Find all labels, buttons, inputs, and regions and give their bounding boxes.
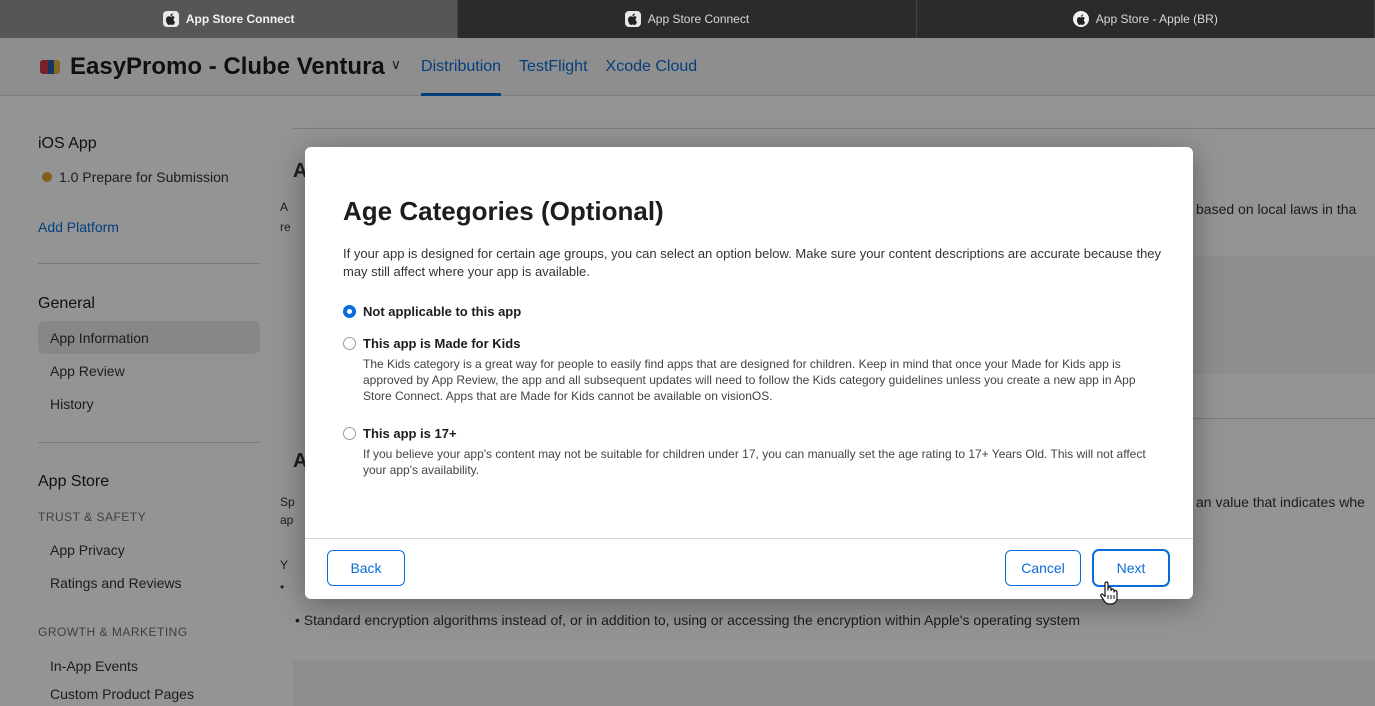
dialog-title: Age Categories (Optional) (343, 196, 664, 226)
option-description: The Kids category is a great way for peo… (363, 357, 1136, 403)
option-label: This app is Made for Kids (363, 336, 521, 351)
hand-cursor-icon (1098, 580, 1120, 611)
browser-tab-title: App Store Connect (185, 12, 295, 26)
option-made-for-kids[interactable]: This app is Made for Kids The Kids categ… (343, 336, 1163, 412)
radio-button[interactable] (343, 337, 356, 350)
apple-logo-icon (624, 11, 641, 27)
cancel-button[interactable]: Cancel (1005, 550, 1081, 586)
apple-logo-icon (162, 11, 179, 27)
browser-tab-app-store-apple-br[interactable]: App Store - Apple (BR) (917, 0, 1375, 38)
back-button[interactable]: Back (327, 550, 405, 586)
radio-button[interactable] (343, 305, 356, 318)
option-description: If you believe your app's content may no… (363, 447, 1146, 477)
browser-tab-app-store-connect-1[interactable]: App Store Connect (0, 0, 459, 38)
dialog-footer-divider (305, 538, 1193, 539)
apple-circle-icon (1072, 11, 1089, 27)
radio-button[interactable] (343, 427, 356, 440)
option-label: Not applicable to this app (363, 304, 522, 319)
option-not-applicable[interactable]: Not applicable to this app (343, 304, 1163, 322)
dialog-description: If your app is designed for certain age … (343, 246, 1162, 279)
browser-tab-bar: App Store Connect App Store Connect App … (0, 0, 1375, 38)
browser-tab-app-store-connect-2[interactable]: App Store Connect (458, 0, 917, 38)
option-17-plus[interactable]: This app is 17+ If you believe your app'… (343, 426, 1163, 482)
browser-tab-title: App Store Connect (647, 12, 750, 26)
age-categories-dialog: Age Categories (Optional) If your app is… (305, 147, 1193, 599)
browser-tab-title: App Store - Apple (BR) (1095, 12, 1218, 26)
option-label: This app is 17+ (363, 426, 457, 441)
